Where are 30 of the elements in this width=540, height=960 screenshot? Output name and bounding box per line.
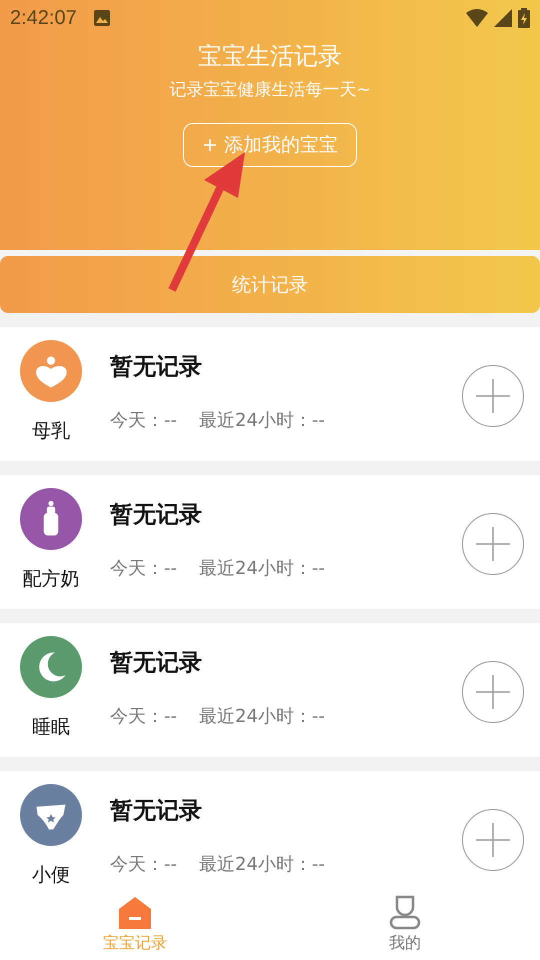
record-label: 睡眠 (32, 715, 70, 740)
record-label: 配方奶 (22, 567, 80, 592)
last24-stat: 最近24小时：-- (199, 705, 325, 728)
today-stat: 今天：-- (110, 557, 177, 580)
today-stat: 今天：-- (110, 705, 177, 728)
record-status: 暂无记录 (110, 649, 203, 678)
record-label: 小便 (32, 863, 70, 888)
last24-stat: 最近24小时：-- (199, 557, 325, 580)
signal-icon (494, 9, 512, 27)
wifi-icon (466, 9, 488, 27)
record-status: 暂无记录 (110, 353, 203, 382)
app-title: 宝宝生活记录 (198, 41, 342, 72)
last24-stat: 最近24小时：-- (199, 853, 325, 876)
plus-icon (476, 379, 510, 413)
record-status: 暂无记录 (110, 797, 203, 826)
today-stat: 今天：-- (110, 853, 177, 876)
plus-icon (476, 527, 510, 561)
app-subtitle: 记录宝宝健康生活每一天~ (169, 79, 371, 101)
home-icon (117, 894, 153, 930)
statistics-button[interactable]: 统计记录 (0, 256, 540, 313)
image-icon (92, 9, 111, 27)
plus-icon (476, 675, 510, 709)
profile-icon (387, 894, 423, 930)
last24-stat: 最近24小时：-- (199, 409, 325, 432)
status-time: 2:42:07 (10, 6, 77, 30)
today-stat: 今天：-- (110, 409, 177, 432)
plus-icon (476, 823, 510, 857)
record-status: 暂无记录 (110, 501, 203, 530)
battery-icon (518, 8, 530, 28)
record-label: 母乳 (32, 419, 70, 444)
